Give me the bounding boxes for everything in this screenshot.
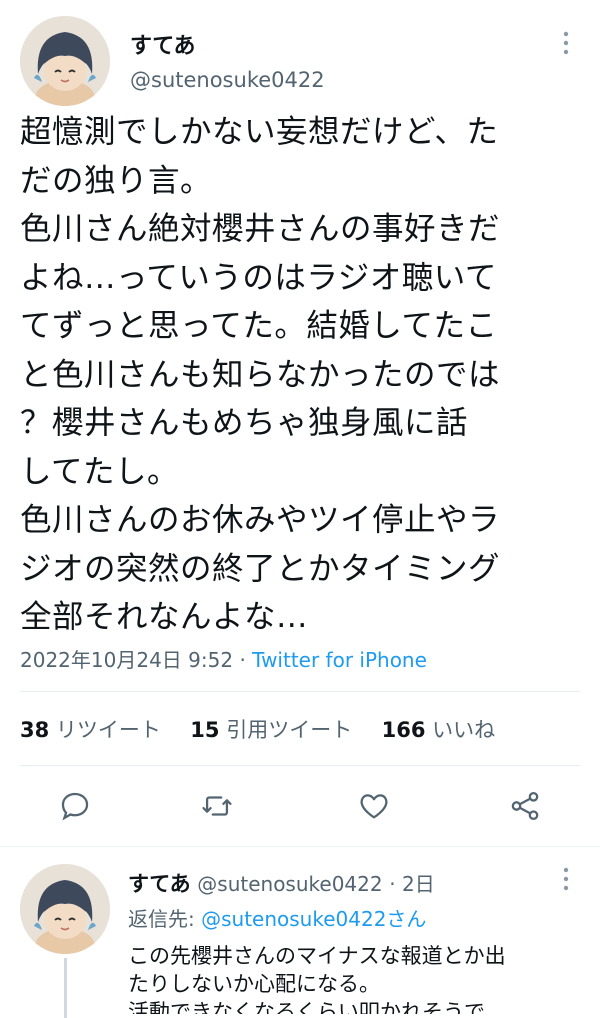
likes-stat[interactable]: 166 いいね — [382, 718, 496, 742]
timestamp[interactable]: 2022年10月24日 9:52 — [20, 648, 233, 672]
meta-separator: · — [239, 648, 246, 672]
likes-label: いいね — [432, 718, 496, 742]
tweet-text-line: 全部それなんよな… — [20, 599, 309, 635]
reply-author-handle[interactable]: @sutenosuke0422 — [197, 872, 382, 896]
tweet-text-line: てずっと思ってた。結婚してたこ — [20, 308, 498, 344]
retweets-label: リツイート — [55, 718, 161, 742]
heart-icon — [360, 794, 388, 819]
tweet-text-line: ジオの突然の終了とかタイミング — [20, 550, 501, 587]
retweets-stat[interactable]: 38 リツイート — [20, 718, 161, 742]
tweet-text-line: と色川さんも知らなかったのでは — [20, 356, 501, 393]
avatar-image — [20, 864, 110, 954]
retweet-button[interactable] — [200, 789, 234, 823]
divider — [20, 765, 580, 766]
tweet-text-line: だの独り言。 — [20, 162, 213, 199]
divider — [20, 691, 580, 692]
author-name[interactable]: すてあ — [130, 28, 196, 60]
comment-icon — [61, 792, 89, 821]
reply-time[interactable]: · 2日 — [389, 872, 434, 896]
avatar[interactable] — [20, 16, 110, 106]
reply-text: この先櫻井さんのマイナスな報道とか出 たりしないか心配になる。 活動できなくなる… — [128, 942, 588, 1014]
source-link[interactable]: Twitter for iPhone — [252, 648, 427, 672]
reply-author-name[interactable]: すてあ — [128, 872, 191, 896]
reply-to-prefix: 返信先: — [128, 907, 195, 931]
tweet-text: 超憶測でしかない妄想だけど、た だの独り言。 色川さん絶対櫻井さんの事好きだ よ… — [20, 108, 580, 642]
tweet-text-line: よね…っていうのはラジオ聴いて — [20, 259, 497, 296]
author-handle[interactable]: @sutenosuke0422 — [130, 68, 325, 92]
reply-text-line: 活動できなくなるくらい叩かれそうで — [128, 1000, 485, 1014]
tweet-text-line: ？櫻井さんもめちゃ独身風に話 — [20, 405, 469, 441]
tweet-meta: 2022年10月24日 9:52 · Twitter for iPhone — [20, 644, 427, 673]
divider — [0, 846, 600, 847]
share-icon — [511, 791, 539, 821]
reply-text-line: たりしないか心配になる。 — [128, 972, 380, 996]
like-button[interactable] — [357, 789, 391, 823]
reply-to: 返信先: @sutenosuke0422さん — [128, 903, 426, 932]
tweet-text-line: 色川さん絶対櫻井さんの事好きだ — [20, 211, 501, 247]
thread-line — [64, 958, 67, 1018]
reply-to-handle[interactable]: @sutenosuke0422さん — [201, 907, 426, 931]
retweets-count: 38 — [20, 718, 50, 742]
engagement-stats: 38 リツイート 15 引用ツイート 166 いいね — [20, 714, 495, 744]
retweet-icon — [202, 796, 232, 816]
avatar-image — [20, 16, 110, 106]
more-options-icon[interactable] — [560, 30, 572, 61]
reply-header: すてあ @sutenosuke0422 · 2日 — [128, 868, 435, 898]
quotes-label: 引用ツイート — [226, 718, 353, 742]
quotes-count: 15 — [190, 718, 220, 742]
quotes-stat[interactable]: 15 引用ツイート — [190, 718, 352, 742]
tweet-text-line: 色川さんのお休みやツイ停止やラ — [20, 502, 501, 538]
likes-count: 166 — [381, 718, 426, 742]
reply-text-line: この先櫻井さんのマイナスな報道とか出 — [128, 944, 506, 968]
reply-avatar[interactable] — [20, 864, 110, 954]
reply-button[interactable] — [58, 789, 92, 823]
reply-more-options-icon[interactable] — [560, 866, 572, 897]
share-button[interactable] — [508, 789, 542, 823]
tweet-text-line: 超憶測でしかない妄想だけど、た — [20, 114, 499, 150]
tweet-text-line: してたし。 — [20, 453, 180, 490]
